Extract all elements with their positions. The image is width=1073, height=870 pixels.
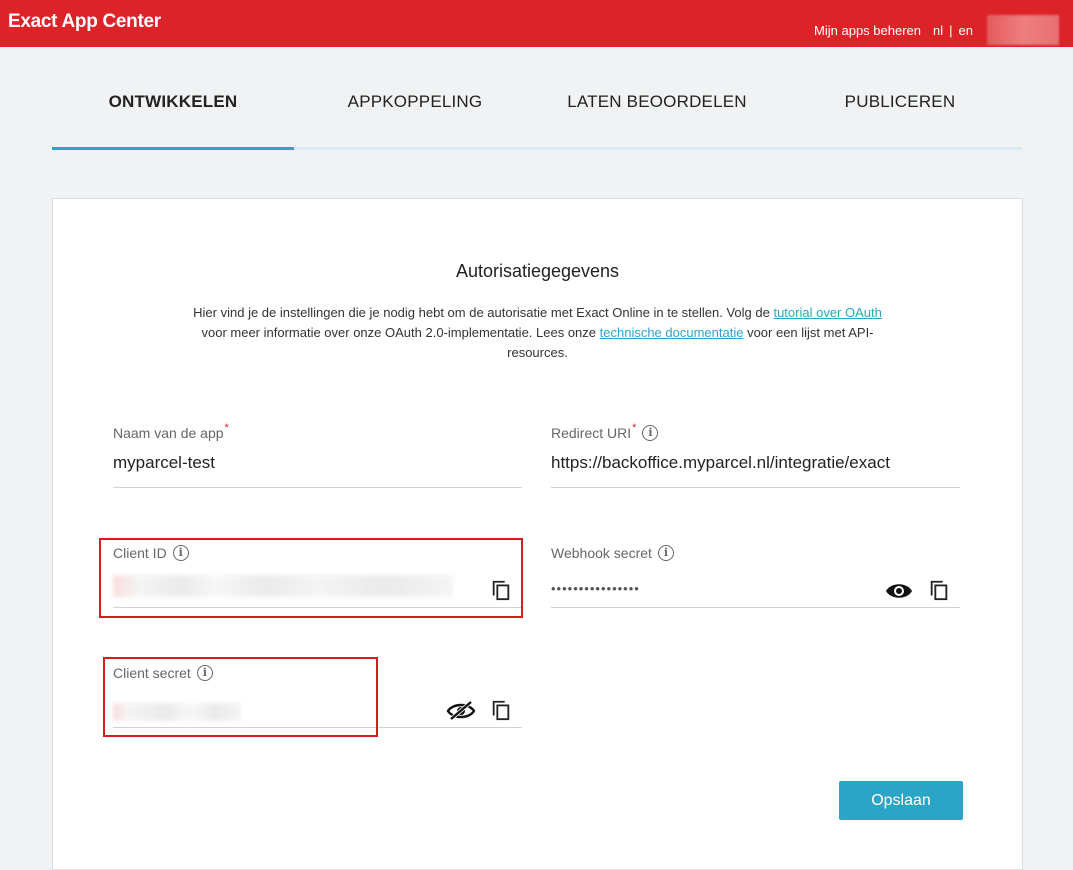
app-name-field[interactable]: Naam van de app * myparcel-test: [113, 422, 522, 488]
info-icon[interactable]: i: [642, 425, 659, 441]
manage-apps-link[interactable]: Mijn apps beheren: [814, 23, 921, 38]
intro-text-2: voor meer informatie over onze OAuth 2.0…: [201, 325, 600, 340]
step-progress-bar: [52, 147, 294, 150]
webhook-secret-label: Webhook secret i: [551, 545, 674, 561]
lang-nl-link[interactable]: nl: [933, 23, 943, 38]
info-icon[interactable]: i: [657, 545, 674, 561]
webhook-secret-field[interactable]: Webhook secret i ••••••••••••••••: [551, 545, 960, 608]
redirect-uri-label: Redirect URI * i: [551, 422, 659, 441]
top-bar: Exact App Center Mijn apps beheren nl | …: [0, 0, 1073, 47]
redirect-uri-field[interactable]: Redirect URI * i https://backoffice.myparc…: [551, 422, 960, 488]
app-title[interactable]: Exact App Center: [8, 11, 161, 33]
step-laten-beoordelen[interactable]: LATEN BEOORDELEN: [536, 92, 778, 112]
technical-docs-link[interactable]: technische documentatie: [600, 325, 744, 340]
required-marker: *: [224, 422, 229, 434]
webhook-secret-input[interactable]: ••••••••••••••••: [551, 581, 640, 596]
lang-en-link[interactable]: en: [959, 23, 973, 38]
card-intro: Hier vind je de instellingen die je nodi…: [181, 303, 894, 363]
intro-text-1: Hier vind je de instellingen die je nodi…: [193, 305, 774, 320]
save-button[interactable]: Opslaan: [839, 781, 963, 820]
required-marker: *: [632, 422, 637, 434]
card-title: Autorisatiegegevens: [455, 261, 620, 281]
oauth-tutorial-link[interactable]: tutorial over OAuth: [773, 305, 881, 320]
eye-off-icon[interactable]: [446, 699, 476, 721]
redirect-uri-label-text: Redirect URI: [551, 425, 632, 441]
copy-icon[interactable]: [928, 579, 950, 601]
step-appkoppeling[interactable]: APPKOPPELING: [294, 92, 536, 112]
redirect-uri-input[interactable]: https://backoffice.myparcel.nl/integrati…: [551, 453, 890, 473]
copy-icon[interactable]: [490, 699, 512, 721]
client-secret-highlight-box: [103, 657, 378, 737]
lang-separator: |: [949, 22, 953, 38]
step-indicator: ONTWIKKELEN APPKOPPELING LATEN BEOORDELE…: [52, 70, 1022, 150]
eye-icon[interactable]: [885, 579, 913, 601]
step-publiceren[interactable]: PUBLICEREN: [779, 92, 1021, 112]
app-name-label-text: Naam van de app: [113, 425, 224, 441]
app-name-label: Naam van de app *: [113, 422, 229, 441]
top-nav: Mijn apps beheren nl | en: [814, 15, 1059, 45]
user-avatar[interactable]: [987, 15, 1059, 45]
client-id-highlight-box: [99, 538, 523, 618]
app-name-input[interactable]: myparcel-test: [113, 453, 215, 473]
step-ontwikkelen[interactable]: ONTWIKKELEN: [52, 92, 294, 112]
webhook-secret-label-text: Webhook secret: [551, 545, 652, 561]
authorization-card: Autorisatiegegevens Hier vind je de inst…: [52, 198, 1023, 870]
